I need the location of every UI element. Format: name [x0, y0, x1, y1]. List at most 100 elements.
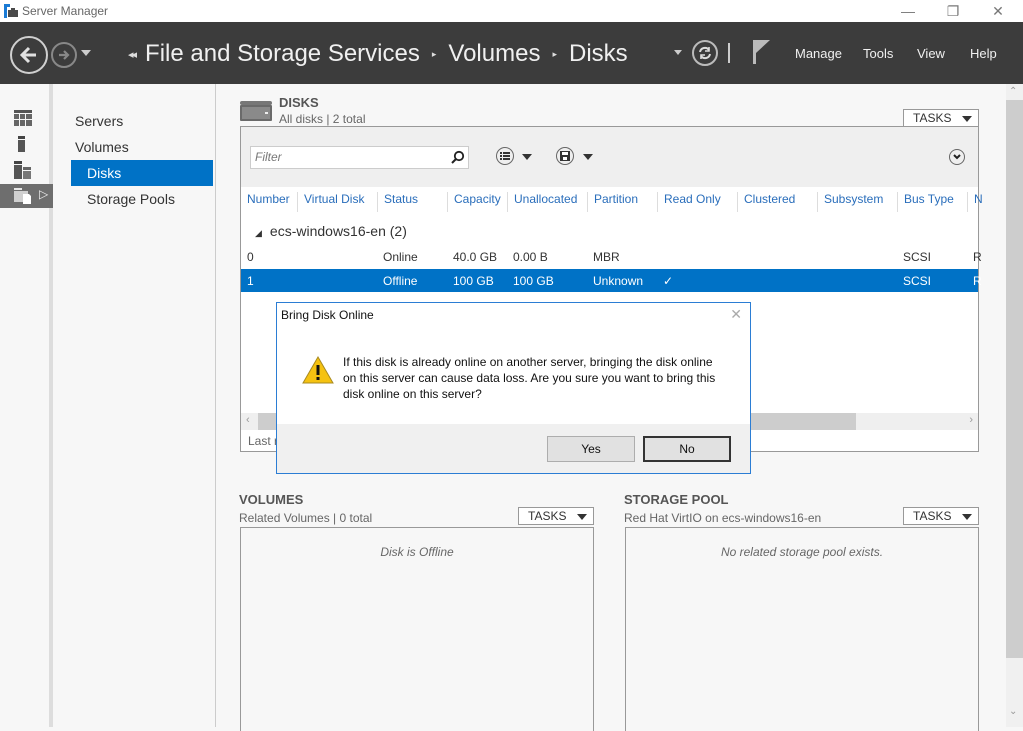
refresh-icon [699, 46, 711, 60]
chevron-down-icon [577, 514, 587, 520]
scroll-left-icon[interactable]: ‹ [246, 414, 250, 426]
cell-number: 0 [247, 250, 254, 264]
column-header-capacity[interactable]: Capacity [447, 192, 501, 212]
disk-drive-icon [240, 101, 272, 121]
cell-more: R [973, 274, 982, 288]
table-row-selected[interactable]: 1 Offline 100 GB 100 GB Unknown ✓ SCSI R [241, 269, 982, 292]
notifications-flag-icon[interactable] [752, 40, 772, 64]
dialog-close-button[interactable]: ✕ [730, 306, 742, 323]
nav-item-servers[interactable]: Servers [71, 108, 213, 134]
column-header-more[interactable]: N [967, 192, 983, 212]
restore-button[interactable]: ❐ [930, 0, 976, 22]
read-only-check-icon: ✓ [663, 274, 674, 288]
storage-pool-panel: No related storage pool exists. [625, 527, 979, 731]
menu-manage[interactable]: Manage [795, 46, 842, 61]
column-header-clustered[interactable]: Clustered [737, 192, 795, 212]
cell-bus-type: SCSI [903, 274, 932, 288]
menu-tools[interactable]: Tools [863, 46, 893, 61]
navigation-pane: Servers Volumes Disks Storage Pools [57, 84, 216, 727]
menu-view[interactable]: View [917, 46, 945, 61]
query-options-dropdown-icon[interactable] [522, 154, 532, 160]
cell-status: Offline [383, 274, 418, 288]
dashboard-button[interactable] [0, 106, 53, 130]
breadcrumb: ◂◂ File and Storage Services ▸ Volumes ▸… [128, 40, 628, 68]
column-header-partition[interactable]: Partition [587, 192, 638, 212]
storage-pool-section-subtitle: Red Hat VirtIO on ecs-windows16-en [624, 511, 822, 525]
minimize-button[interactable]: — [885, 0, 931, 22]
breadcrumb-item-disks[interactable]: Disks [569, 40, 628, 68]
disks-tasks-button[interactable]: TASKS [903, 109, 979, 127]
window-title: Server Manager [22, 4, 109, 18]
menu-help[interactable]: Help [970, 46, 997, 61]
left-icon-bar: ▷ [0, 84, 53, 727]
cell-capacity: 100 GB [453, 274, 494, 288]
search-icon[interactable] [451, 150, 465, 164]
storage-pool-tasks-button[interactable]: TASKS [903, 507, 979, 525]
scroll-right-icon[interactable]: › [969, 414, 973, 426]
all-servers-icon [14, 161, 31, 179]
scroll-down-icon[interactable]: ⌄ [1009, 706, 1017, 717]
all-servers-button[interactable] [0, 158, 53, 182]
column-header-unallocated[interactable]: Unallocated [507, 192, 577, 212]
arrow-left-icon [19, 46, 36, 64]
column-header-number[interactable]: Number [241, 192, 290, 212]
local-server-button[interactable] [0, 132, 53, 156]
bring-disk-online-dialog: Bring Disk Online ✕ If this disk is alre… [276, 302, 751, 474]
breadcrumb-dropdown-icon[interactable] [674, 50, 682, 55]
column-header-virtual-disk[interactable]: Virtual Disk [297, 192, 364, 212]
save-query-button[interactable] [556, 147, 574, 165]
disks-section-subtitle: All disks | 2 total [279, 112, 366, 126]
expand-arrow-icon: ▷ [39, 187, 49, 201]
no-button[interactable]: No [643, 436, 731, 462]
breadcrumb-item-volumes[interactable]: Volumes [448, 40, 540, 68]
table-row[interactable]: 0 Online 40.0 GB 0.00 B MBR SCSI R [241, 245, 982, 268]
restore-icon: ❐ [946, 2, 960, 19]
breadcrumb-item-file-storage[interactable]: File and Storage Services [145, 40, 420, 68]
collapse-toolbar-button[interactable] [949, 149, 965, 165]
server-manager-app-icon [4, 4, 18, 18]
tasks-label: TASKS [913, 111, 952, 125]
back-button[interactable] [10, 36, 48, 74]
close-window-button[interactable]: ✕ [975, 0, 1021, 22]
scroll-up-icon[interactable]: ⌃ [1009, 86, 1017, 97]
breadcrumb-overflow-icon[interactable]: ◂◂ [128, 48, 137, 61]
storage-pool-empty-message: No related storage pool exists. [720, 545, 884, 559]
volumes-panel: Disk is Offline [240, 527, 594, 731]
chevron-down-circle-icon [953, 154, 961, 160]
dashboard-icon [14, 110, 32, 126]
forward-button[interactable] [51, 42, 77, 68]
column-header-read-only[interactable]: Read Only [657, 192, 721, 212]
table-header: Number Virtual Disk Status Capacity Unal… [241, 187, 983, 212]
collapse-group-icon[interactable]: ◢ [255, 228, 262, 238]
vertical-scrollbar-thumb[interactable] [1006, 100, 1023, 658]
disks-toolbar: Filter [241, 127, 978, 187]
query-options-button[interactable] [496, 147, 514, 165]
column-header-bus-type[interactable]: Bus Type [897, 192, 954, 212]
header-divider [728, 43, 730, 63]
filter-input[interactable]: Filter [250, 146, 469, 169]
column-header-subsystem[interactable]: Subsystem [817, 192, 883, 212]
save-query-dropdown-icon[interactable] [583, 154, 593, 160]
group-row[interactable]: ◢ ecs-windows16-en (2) [241, 223, 407, 239]
file-storage-services-icon [14, 188, 31, 204]
vertical-scrollbar[interactable]: ⌃ ⌄ [1006, 84, 1023, 727]
cell-unallocated: 100 GB [513, 274, 554, 288]
yes-button[interactable]: Yes [547, 436, 635, 462]
dialog-title: Bring Disk Online [281, 308, 374, 322]
breadcrumb-separator-icon: ▸ [552, 48, 557, 59]
volumes-tasks-button[interactable]: TASKS [518, 507, 594, 525]
storage-pool-section-title: STORAGE POOL [624, 492, 729, 507]
dialog-button-bar: Yes No [277, 424, 750, 473]
warning-icon [302, 356, 334, 384]
column-header-status[interactable]: Status [377, 192, 418, 212]
history-dropdown-icon[interactable] [81, 50, 91, 56]
list-icon [500, 152, 510, 160]
file-storage-services-button[interactable]: ▷ [0, 184, 53, 208]
local-server-icon [18, 136, 25, 152]
refresh-button[interactable] [692, 40, 718, 66]
cell-number: 1 [247, 274, 254, 288]
nav-item-volumes[interactable]: Volumes [71, 134, 213, 160]
nav-item-disks[interactable]: Disks [71, 160, 213, 186]
nav-item-storage-pools[interactable]: Storage Pools [71, 186, 213, 212]
minimize-icon: — [901, 3, 915, 19]
